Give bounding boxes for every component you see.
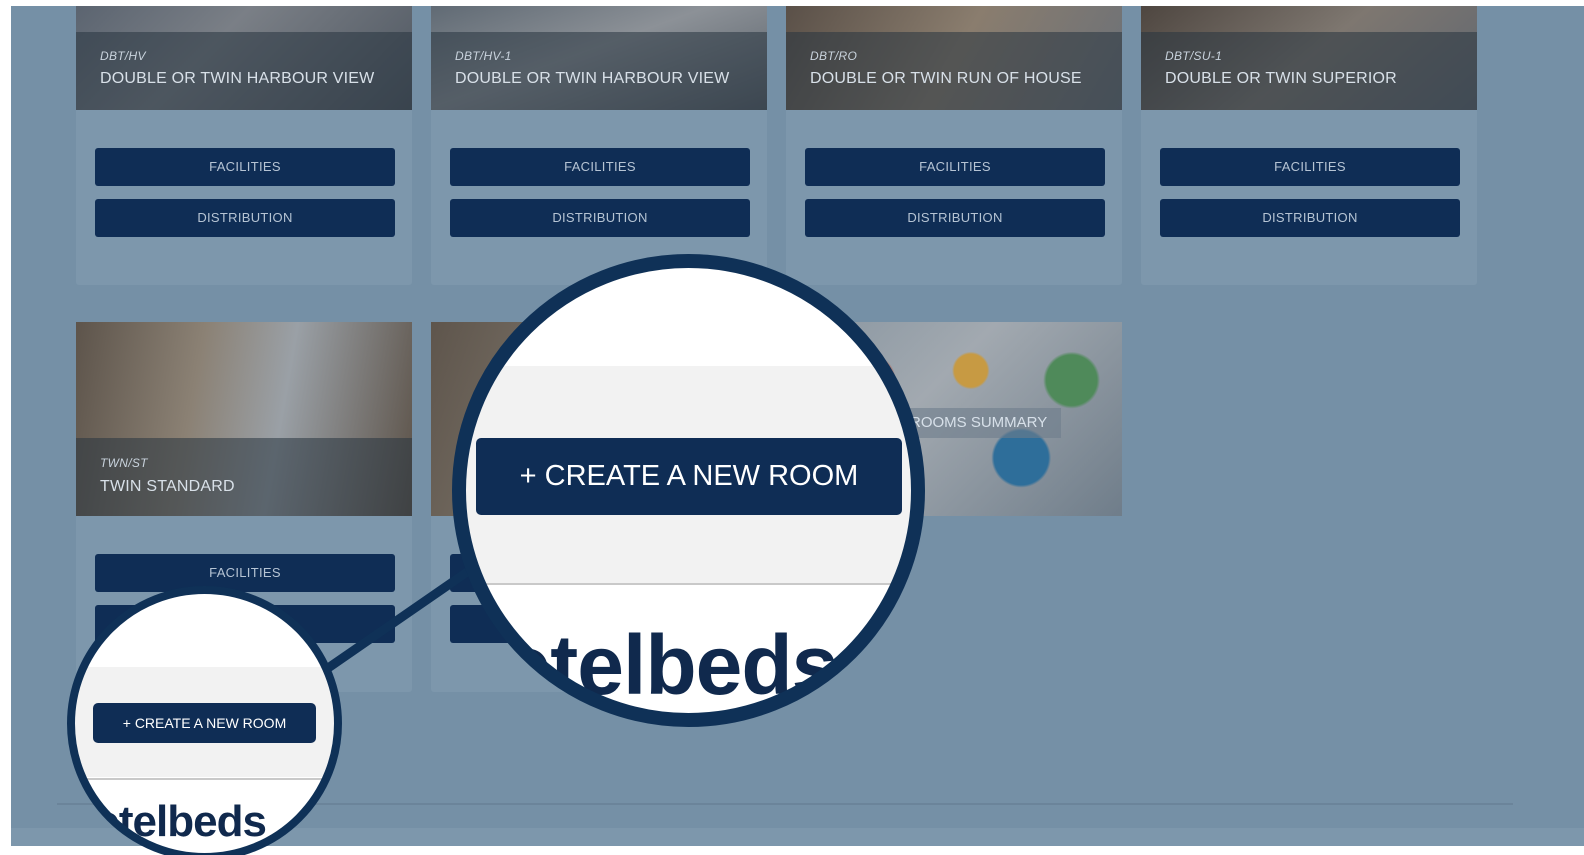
hotelbeds-logo-large: otelbeds [500,618,838,712]
screenshot-stage: DBT/HV DOUBLE OR TWIN HARBOUR VIEW FACIL… [0,0,1584,855]
lens-divider [73,778,336,780]
hotelbeds-logo-small: otelbeds [93,797,267,846]
lens-divider [460,583,917,585]
create-room-button-large[interactable]: + CREATE A NEW ROOM [476,438,902,515]
create-room-button-small[interactable]: + CREATE A NEW ROOM [93,703,316,743]
large-zoom-lens: + CREATE A NEW ROOM otelbeds [460,262,917,719]
small-zoom-lens: + CREATE A NEW ROOM otelbeds [73,592,336,855]
